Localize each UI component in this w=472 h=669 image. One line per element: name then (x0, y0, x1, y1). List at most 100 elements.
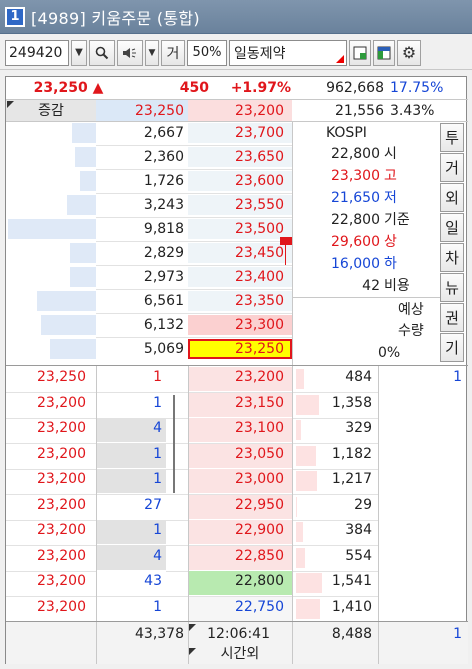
ask-qty[interactable]: 9,818 (96, 218, 184, 240)
speaker-icon[interactable] (117, 39, 143, 66)
ask-price[interactable]: 23,500 (188, 218, 284, 240)
info-value: 23,300 (331, 168, 380, 184)
trade-price: 23,200 (37, 548, 86, 564)
divider (378, 366, 379, 621)
bid-qty[interactable]: 329 (296, 417, 372, 439)
stock-code-input[interactable]: 249420 (5, 39, 69, 66)
gear-icon[interactable]: ⚙ (397, 39, 421, 66)
stock-name-label: 일동제약 (234, 45, 286, 62)
trade-price: 23,250 (37, 369, 86, 385)
bid-price[interactable]: 22,950 (188, 494, 284, 516)
ask-qty-bar (80, 171, 96, 191)
ask-price[interactable]: 23,300 (188, 314, 284, 336)
divider (292, 622, 293, 664)
trade-qty: 1 (153, 369, 162, 385)
info-label: 고 (384, 168, 397, 184)
trade-qty: 1 (153, 471, 162, 487)
bid-qty[interactable]: 484 (296, 366, 372, 388)
bid-price[interactable]: 23,000 (188, 468, 284, 490)
info-value: 21,650 (331, 190, 380, 206)
ask-price[interactable]: 23,600 (188, 170, 284, 192)
ask-qty-bar (72, 123, 96, 143)
side-button[interactable]: 외 (440, 183, 464, 212)
percent-field[interactable]: 50% (187, 39, 227, 66)
ask-qty[interactable]: 6,132 (96, 314, 184, 336)
bid-qty[interactable]: 1,410 (296, 596, 372, 618)
bid-price[interactable]: 23,050 (188, 443, 284, 465)
divider (292, 297, 440, 298)
bid-qty[interactable]: 554 (296, 545, 372, 567)
bid-price[interactable]: 23,100 (188, 417, 284, 439)
bid-price[interactable]: 22,800 (188, 570, 284, 592)
side-button[interactable]: 기 (440, 333, 464, 362)
ask-qty[interactable]: 5,069 (96, 338, 184, 360)
divider (292, 366, 293, 621)
bid-qty[interactable]: 1,541 (296, 570, 372, 592)
side-button[interactable]: 투 (440, 123, 464, 152)
info-label: 하 (384, 256, 397, 272)
stock-name-field[interactable]: 일동제약 (229, 39, 347, 66)
side-button[interactable]: 권 (440, 303, 464, 332)
bid-qty[interactable]: 1,182 (296, 443, 372, 465)
sub-mode-button[interactable]: 거 (161, 39, 185, 66)
side-button[interactable]: 뉴 (440, 273, 464, 302)
trade-qty: 27 (144, 497, 162, 513)
scrollbar-thumb[interactable] (173, 395, 175, 493)
total-volume: 962,668 (326, 80, 384, 96)
trade-price: 23,200 (37, 471, 86, 487)
window-number-badge[interactable]: 1 (5, 6, 25, 27)
chevron-down-icon[interactable]: ▼ (145, 39, 159, 66)
info-label: 상 (384, 234, 397, 250)
ask-qty-bar (75, 147, 96, 167)
bid-qty[interactable]: 1,217 (296, 468, 372, 490)
ask-qty-bar (50, 339, 96, 359)
current-marker-line (285, 243, 286, 265)
window-split-icon[interactable] (373, 39, 395, 66)
header-ask-price: 23,200 (235, 103, 284, 119)
ask-qty[interactable]: 2,360 (96, 146, 184, 168)
bid-price[interactable]: 22,850 (188, 545, 284, 567)
ask-qty[interactable]: 3,243 (96, 194, 184, 216)
ask-price[interactable]: 23,550 (188, 194, 284, 216)
ask-price[interactable]: 23,450 (188, 242, 284, 264)
search-icon[interactable] (89, 39, 115, 66)
ask-qty[interactable]: 2,829 (96, 242, 184, 264)
ask-qty-bar (41, 315, 96, 335)
ask-qty[interactable]: 2,973 (96, 266, 184, 288)
info-value: 22,800 (331, 146, 380, 162)
flag-icon (336, 54, 344, 63)
ask-price[interactable]: 23,400 (188, 266, 284, 288)
bid-price[interactable]: 23,150 (188, 392, 284, 414)
ask-qty-bar (67, 195, 96, 215)
bid-price[interactable]: 23,200 (188, 366, 284, 388)
side-button[interactable]: 차 (440, 243, 464, 272)
ask-price[interactable]: 23,700 (188, 122, 284, 144)
divider (188, 622, 189, 664)
layout-icon[interactable] (349, 39, 371, 66)
bid-price[interactable]: 22,900 (188, 519, 284, 541)
ask-price[interactable]: 23,650 (188, 146, 284, 168)
divider (96, 622, 97, 664)
after-hours-button[interactable]: 시간외 (188, 643, 292, 665)
expect-label-2: 수량 (398, 323, 424, 339)
bid-qty[interactable]: 384 (296, 519, 372, 541)
change-amount: 450 (179, 80, 209, 96)
ask-qty[interactable]: 2,667 (96, 122, 184, 144)
time: 12:06:41 (207, 626, 270, 642)
trade-pct: 3.43% (390, 103, 435, 119)
bid-qty[interactable]: 1,358 (296, 392, 372, 414)
divider (188, 366, 189, 621)
bid-price[interactable]: 22,750 (188, 596, 284, 618)
trade-qty: 4 (153, 548, 162, 564)
ask-price[interactable]: 23,350 (188, 290, 284, 312)
trade-qty: 21,556 (335, 103, 384, 119)
bid-qty[interactable]: 29 (296, 494, 372, 516)
ask-qty[interactable]: 6,561 (96, 290, 184, 312)
expect-label: 예상 (398, 302, 424, 318)
side-button[interactable]: 거 (440, 153, 464, 182)
ask-qty[interactable]: 1,726 (96, 170, 184, 192)
dropdown-arrow-icon[interactable]: ▼ (71, 39, 87, 66)
side-button[interactable]: 일 (440, 213, 464, 242)
ask-price[interactable]: 23,250 (188, 338, 284, 360)
order-book: 23,250 ▲ 450 +1.97% 962,668 17.75% 증감 23… (5, 76, 468, 665)
